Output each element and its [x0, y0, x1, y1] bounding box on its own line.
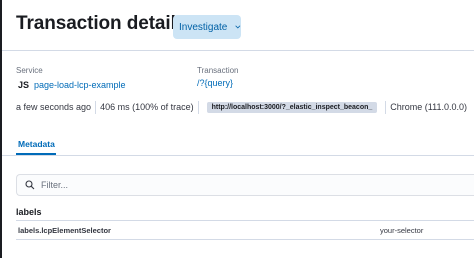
duration: 406 ms (100% of trace)	[100, 102, 194, 112]
window-left-edge	[0, 0, 2, 258]
url-badge[interactable]: http://localhost:3000/?_elastic_inspect_…	[206, 101, 378, 113]
transaction-link[interactable]: /?{query}	[197, 78, 233, 88]
search-icon	[25, 180, 35, 190]
label-key: labels.lcpElementSelector	[18, 226, 111, 235]
timestamp: a few seconds ago	[16, 102, 92, 112]
label-value: your-selector	[380, 226, 424, 235]
filter-field[interactable]	[16, 174, 474, 196]
filter-input[interactable]	[41, 180, 441, 190]
row-divider	[16, 239, 474, 240]
table-row: labels.lcpElementSelector your-selector	[16, 221, 474, 239]
page-title: Transaction details	[16, 13, 187, 34]
investigate-button[interactable]: Investigate	[173, 15, 241, 39]
meta-separator	[95, 100, 97, 114]
header-divider	[2, 50, 474, 51]
chevron-down-icon	[235, 25, 241, 29]
meta-separator	[197, 100, 199, 114]
service-label: Service	[16, 66, 43, 75]
meta-separator	[385, 100, 387, 114]
service-link[interactable]: page-load-lcp-example	[34, 80, 126, 90]
transaction-meta-row: a few seconds ago 406 ms (100% of trace)…	[16, 100, 467, 114]
tab-metadata[interactable]: Metadata	[18, 139, 55, 149]
labels-section-title: labels	[16, 207, 42, 217]
tabs-divider	[2, 155, 474, 156]
investigate-label: Investigate	[179, 21, 228, 33]
user-agent: Chrome (111.0.0.0)	[390, 102, 467, 112]
service-agent-icon: JS	[18, 80, 30, 90]
transaction-label: Transaction	[197, 66, 239, 75]
